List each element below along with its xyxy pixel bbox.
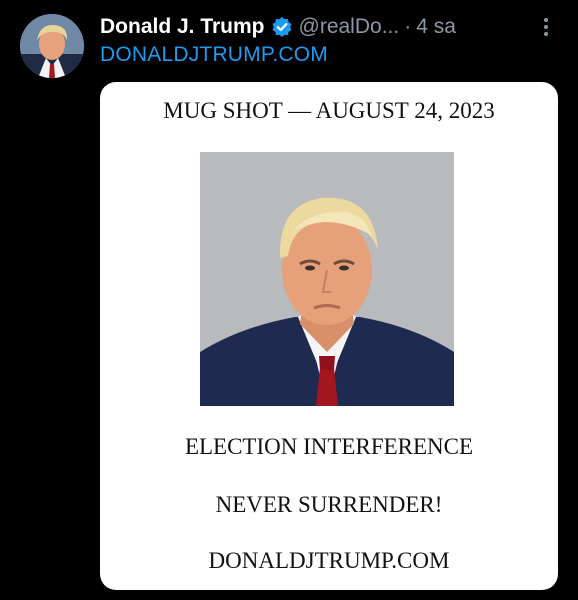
avatar[interactable] <box>20 14 84 78</box>
card-line-website: DONALDJTRUMP.COM <box>208 548 450 573</box>
media-image[interactable]: MUG SHOT — AUGUST 24, 2023 ELECTION INTE… <box>100 82 558 590</box>
timestamp[interactable]: 4 sa <box>416 15 456 39</box>
card-title: MUG SHOT — AUGUST 24, 2023 <box>163 98 495 123</box>
tweet-header: Donald J. Trump @realDo... · 4 sa <box>100 12 560 42</box>
avatar-image <box>20 14 84 78</box>
card-line-election: ELECTION INTERFERENCE <box>184 434 474 459</box>
tweet-link[interactable]: DONALDJTRUMP.COM <box>100 43 328 67</box>
separator-dot: · <box>404 15 412 38</box>
card-line-surrender: NEVER SURRENDER! <box>215 492 443 517</box>
mugshot-photo <box>200 152 454 406</box>
verified-badge-icon <box>271 16 293 38</box>
handle[interactable]: @realDo... <box>299 15 400 39</box>
display-name[interactable]: Donald J. Trump <box>100 15 265 39</box>
more-options-icon[interactable] <box>536 14 556 44</box>
tweet[interactable]: Donald J. Trump @realDo... · 4 sa DONALD… <box>0 0 578 600</box>
